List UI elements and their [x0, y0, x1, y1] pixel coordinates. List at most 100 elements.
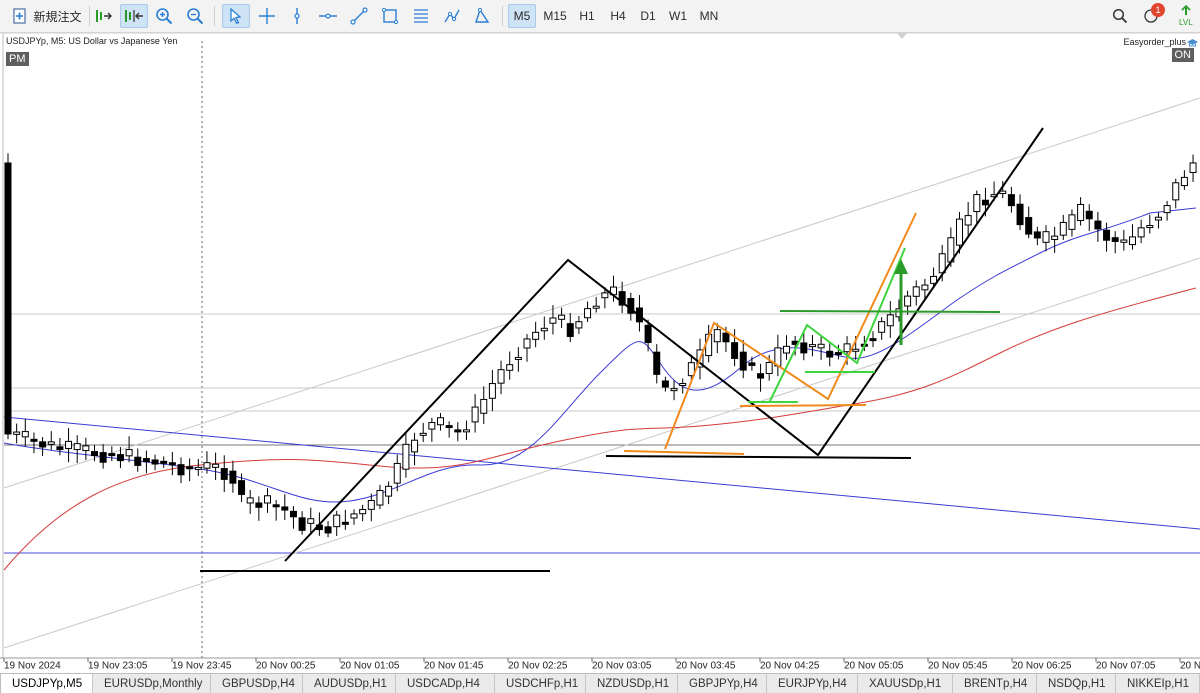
rectangle-button[interactable]	[378, 4, 402, 28]
ma-slow-line	[3, 287, 1197, 571]
candles	[4, 153, 1197, 538]
neckline-black	[605, 455, 912, 459]
ea-status-badge[interactable]: ON	[1171, 48, 1194, 62]
candle-body	[73, 443, 81, 451]
candle-body	[411, 439, 419, 453]
chart-tab[interactable]: EURUSDp,Monthly	[93, 674, 211, 693]
candle-body	[359, 508, 367, 515]
candle-body	[878, 321, 886, 333]
chart-shift-button[interactable]	[92, 4, 116, 28]
polyline-icon	[444, 9, 460, 23]
chart-tab[interactable]: GBPJPYp,H4	[678, 674, 767, 693]
fibonacci-icon	[414, 9, 428, 23]
candle-body	[1103, 229, 1111, 241]
candle-body	[731, 342, 739, 359]
search-button[interactable]	[1109, 4, 1131, 28]
candle-body	[1051, 235, 1059, 240]
candle-body	[532, 331, 540, 340]
chart-tab[interactable]: NZDUSDp,H1	[586, 674, 678, 693]
candle-body	[765, 362, 773, 374]
chart-tab[interactable]: NSDQp,H1	[1037, 674, 1116, 693]
candle-body	[523, 338, 531, 349]
time-label: 20 Nov 06:25	[1012, 661, 1072, 672]
candle-body	[826, 350, 834, 358]
candle-body	[264, 495, 271, 504]
timeframe-d1[interactable]: D1	[636, 4, 660, 28]
candle-body	[65, 440, 73, 450]
time-label: 20 Nov 01:45	[424, 661, 484, 672]
ea-name: Easyorder_plus	[1123, 37, 1186, 47]
candle-body	[670, 388, 678, 392]
candle-body	[506, 364, 514, 371]
zoom-in-button[interactable]	[152, 4, 176, 28]
trendline-button[interactable]	[347, 4, 371, 28]
crosshair-icon	[259, 8, 275, 24]
candle-body	[514, 356, 522, 360]
cursor-tool-button[interactable]	[222, 4, 250, 28]
moving-averages	[3, 207, 1197, 571]
candle-body	[584, 308, 592, 319]
toolbar-separator	[89, 6, 90, 26]
candle-body	[921, 284, 929, 291]
candle-body	[1189, 162, 1197, 173]
ma-fast-line	[3, 207, 1197, 503]
candle-body	[653, 351, 661, 375]
triangle-button[interactable]	[470, 4, 494, 28]
candle-body	[1025, 217, 1033, 235]
chart-tab[interactable]: USDCADp,H4	[396, 674, 495, 693]
candle-body	[454, 429, 462, 433]
candle-body	[289, 510, 297, 518]
timeframe-mn[interactable]: MN	[697, 4, 721, 28]
candle-body	[592, 305, 600, 309]
chart-tab[interactable]: AUDUSDp,H1	[303, 674, 396, 693]
timeframe-h4[interactable]: H4	[605, 4, 631, 28]
timeframe-w1[interactable]: W1	[666, 4, 690, 28]
candle-body	[739, 351, 747, 371]
time-label: 20 Nov 02:25	[508, 661, 568, 672]
candle-body	[713, 329, 721, 343]
candle-body	[1129, 236, 1136, 246]
price-chart[interactable]: 19 Nov 2024 19 Nov 23:05 19 Nov 23:45 20 No…	[0, 33, 1200, 673]
candle-body	[56, 446, 64, 451]
toolbar-separator	[214, 6, 215, 26]
candle-body	[151, 459, 159, 465]
candle-body	[661, 380, 669, 388]
time-label: 19 Nov 2024	[4, 661, 61, 672]
candle-body	[817, 343, 825, 349]
zoom-out-icon	[187, 8, 204, 25]
candle-body	[333, 514, 341, 528]
horizontal-line-button[interactable]	[316, 4, 340, 28]
polyline-button[interactable]	[440, 4, 464, 28]
time-label: 20 Nov 04:25	[760, 661, 820, 672]
candle-body	[1042, 231, 1050, 243]
candle-body	[956, 218, 963, 246]
horizontal-line-icon	[319, 13, 337, 19]
zoom-out-button[interactable]	[183, 4, 207, 28]
search-icon	[1112, 8, 1128, 24]
chart-tab[interactable]: BRENTp,H4	[953, 674, 1037, 693]
candle-body	[757, 373, 765, 379]
chart-tab[interactable]: XAUUSDp,H1	[858, 674, 953, 693]
chart-tab[interactable]: EURJPYp,H4	[767, 674, 858, 693]
new-order-button[interactable]: 新規注文	[6, 4, 88, 28]
chart-tab[interactable]: USDCHFp,H1	[495, 674, 586, 693]
timeframe-m15[interactable]: M15	[540, 4, 570, 28]
notification-count-badge: 1	[1151, 3, 1165, 17]
timeframe-h1[interactable]: H1	[575, 4, 599, 28]
vertical-line-button[interactable]	[286, 4, 308, 28]
candle-body	[229, 470, 237, 484]
timeframe-m5[interactable]: M5	[508, 4, 536, 28]
signals-button[interactable]: LVL	[1175, 4, 1197, 28]
chart-tab[interactable]: USDJPYp,M5	[0, 674, 93, 693]
crosshair-button[interactable]	[255, 4, 279, 28]
chart-tab[interactable]: GBPUSDp,H4	[211, 674, 303, 693]
time-label: 20 Nov 05:05	[844, 661, 904, 672]
chart-tab[interactable]: NIKKEIp,H1	[1116, 674, 1200, 693]
fibonacci-button[interactable]	[409, 4, 433, 28]
candle-body	[904, 295, 912, 307]
candle-body	[160, 460, 168, 464]
candle-body	[142, 458, 150, 463]
candle-body	[964, 215, 972, 226]
chart-canvas[interactable]: 19 Nov 2024 19 Nov 23:05 19 Nov 23:45 20 No…	[0, 33, 1200, 673]
autoscroll-button[interactable]	[120, 4, 148, 28]
